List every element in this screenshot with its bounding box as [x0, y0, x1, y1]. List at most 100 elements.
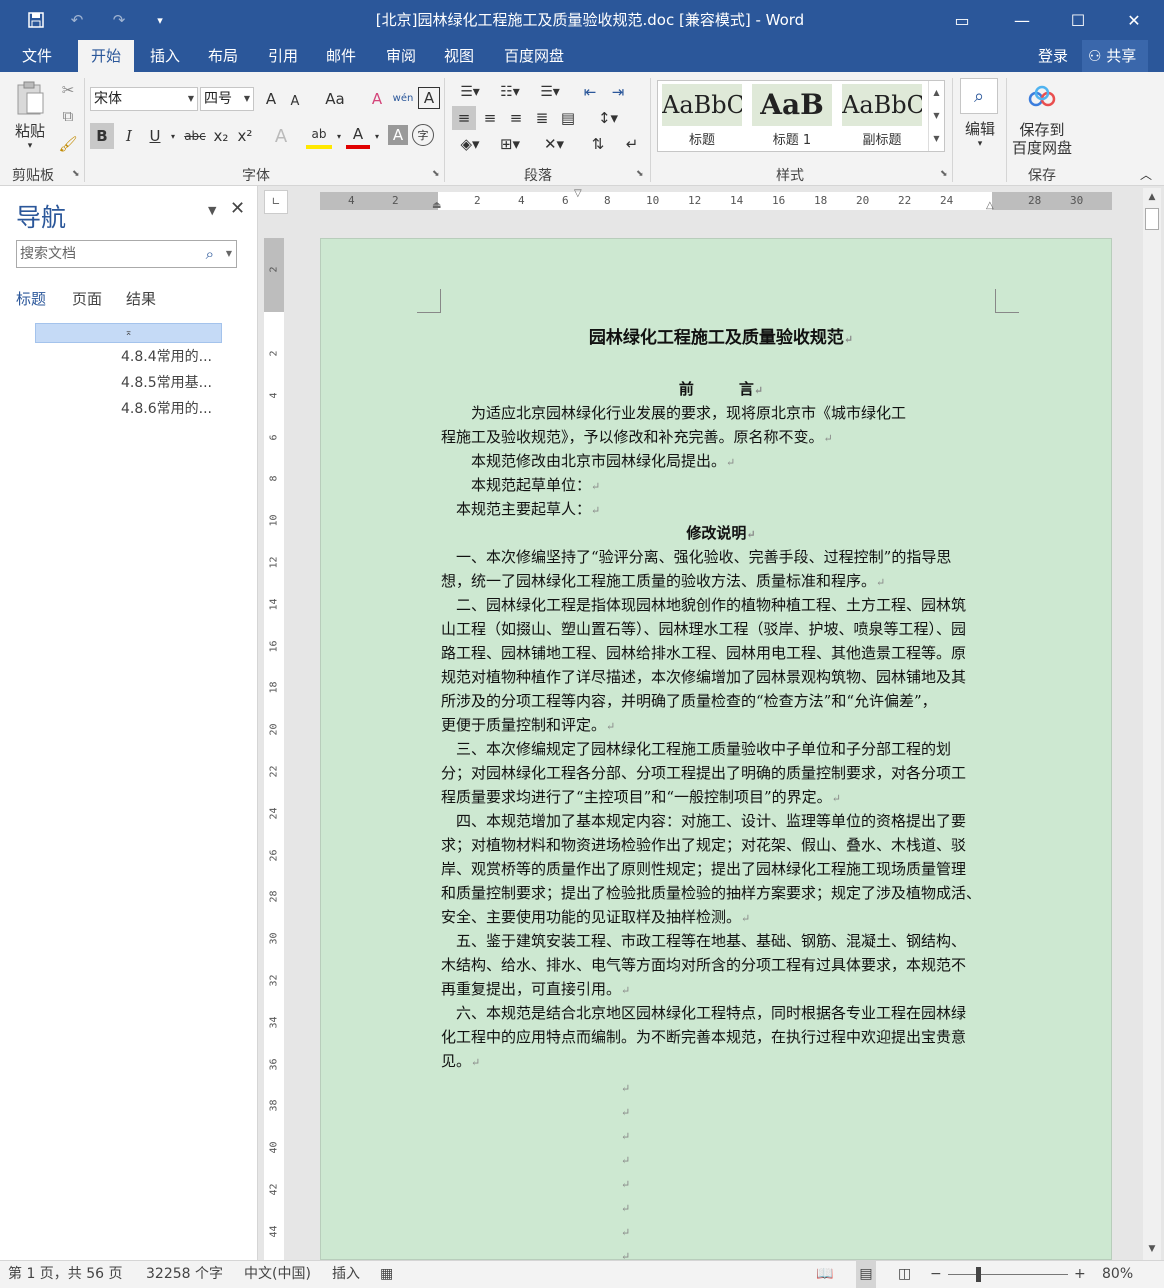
document-line[interactable]: 四、本规范增加了基本规定内容：对施工、设计、监理等单位的资格提出了要 [441, 809, 1001, 833]
enclose-characters-icon[interactable]: 字 [412, 124, 434, 146]
grow-font-icon[interactable]: A [260, 87, 282, 111]
zoom-out-icon[interactable]: − [930, 1261, 942, 1288]
text-effects-icon[interactable]: A [270, 123, 292, 149]
justify-icon[interactable]: ≣ [530, 106, 554, 130]
document-line[interactable]: 安全、主要使用功能的见证取样及抽样检测。↵ [441, 905, 1001, 931]
collapse-icon[interactable]: ⌅ [125, 328, 133, 338]
scroll-up-icon[interactable]: ▲ [1143, 188, 1161, 206]
document-line[interactable]: 本规范起草单位：↵ [441, 473, 1001, 499]
tab-home[interactable]: 开始 [78, 40, 134, 72]
zoom-slider-thumb[interactable] [976, 1267, 981, 1282]
indent-marker-icon[interactable]: ⏏ [432, 200, 441, 211]
editing-dropdown-icon[interactable]: ▾ [970, 138, 990, 150]
gallery-more-icon[interactable]: ▼ [929, 127, 944, 150]
insert-mode[interactable]: 插入 [332, 1261, 360, 1288]
preface-heading[interactable]: 前 言↵ [441, 377, 1001, 403]
character-border-icon[interactable]: A [418, 87, 440, 109]
page-count[interactable]: 第 1 页，共 56 页 [8, 1261, 123, 1288]
cut-icon[interactable]: ✂ [58, 80, 78, 100]
bullets-icon[interactable]: ☰▾ [452, 80, 488, 104]
collapse-ribbon-icon[interactable]: ︿ [1136, 164, 1156, 184]
bold-button[interactable]: B [90, 123, 114, 149]
ribbon-display-options-icon[interactable]: ▭ [934, 0, 990, 40]
style-heading[interactable]: AaBbC 标题 [662, 84, 742, 150]
align-right-icon[interactable]: ≡ [504, 106, 528, 130]
nav-tab-headings[interactable]: 标题 [16, 288, 46, 309]
tab-selector[interactable]: ∟ [264, 190, 288, 214]
document-line[interactable]: 一、本次修编坚持了“验评分离、强化验收、完善手段、过程控制”的指导思 [441, 545, 1001, 569]
document-line[interactable]: 见。↵ [441, 1049, 1001, 1075]
document-line[interactable]: 程质量要求均进行了“主控项目”和“一般控制项目”的界定。↵ [441, 785, 1001, 811]
clear-formatting-icon[interactable]: A [366, 87, 388, 111]
editing-button[interactable]: 编辑 [958, 118, 1002, 138]
document-line[interactable]: 二、园林绿化工程是指体现园林地貌创作的植物种植工程、土方工程、园林筑 [441, 593, 1001, 617]
minimize-button[interactable]: — [994, 0, 1050, 40]
style-subtitle[interactable]: AaBbC 副标题 [842, 84, 922, 150]
nav-selected-heading[interactable]: ⌅ [35, 323, 222, 343]
align-left-icon[interactable]: ≡ [452, 106, 476, 130]
phonetic-guide-icon[interactable]: wén [390, 85, 416, 111]
document-line[interactable]: 本规范主要起草人：↵ [441, 497, 1001, 523]
paragraph-launcher-icon[interactable]: ⬊ [636, 169, 644, 179]
underline-button[interactable]: U [144, 123, 166, 149]
redo-icon[interactable]: ↷ [104, 0, 134, 40]
gallery-scroll[interactable]: ▲ ▼ ▼ [928, 81, 944, 151]
save-icon[interactable] [24, 0, 48, 40]
document-title[interactable]: 园林绿化工程施工及质量验收规范↵ [441, 323, 1001, 348]
superscript-button[interactable]: x² [234, 123, 256, 149]
read-mode-icon[interactable]: 📖 [816, 1261, 833, 1288]
scroll-thumb[interactable] [1145, 208, 1159, 230]
change-case-icon[interactable]: Aa [318, 87, 352, 111]
tab-baidu-netdisk[interactable]: 百度网盘 [492, 40, 576, 72]
document-line[interactable]: 化工程中的应用特点而编制。为不断完善本规范，在执行过程中欢迎提出宝贵意 [441, 1025, 1001, 1049]
nav-heading-item[interactable]: 4.8.5常用基... [121, 372, 231, 392]
tab-mailings[interactable]: 邮件 [314, 40, 368, 72]
font-size-combo[interactable]: 四号 ▼ [200, 87, 254, 111]
tab-view[interactable]: 视图 [432, 40, 486, 72]
chevron-down-icon[interactable]: ▼ [929, 104, 944, 127]
document-page[interactable]: 园林绿化工程施工及质量验收规范↵ 前 言↵ 为适应北京园林绿化行业发展的要求，现… [320, 238, 1112, 1260]
macro-icon[interactable]: ▦ [380, 1261, 393, 1288]
font-color-icon[interactable]: A [346, 123, 370, 149]
copy-icon[interactable]: ⧉ [58, 106, 78, 126]
document-line[interactable]: 求；对植物材料和物资进场检验作出了规定；对花架、假山、叠水、木栈道、驳 [441, 833, 1001, 857]
word-count[interactable]: 32258 个字 [146, 1261, 223, 1288]
document-line[interactable]: 五、鉴于建筑安装工程、市政工程等在地基、基础、钢筋、混凝土、钢结构、 [441, 929, 1001, 953]
zoom-level[interactable]: 80% [1102, 1261, 1133, 1288]
document-line[interactable]: 三、本次修编规定了园林绿化工程施工质量验收中子单位和子分部工程的划 [441, 737, 1001, 761]
chinese-layout-icon[interactable]: ✕▾ [536, 132, 572, 156]
tab-review[interactable]: 审阅 [374, 40, 428, 72]
share-button[interactable]: ⚇ 共享 [1082, 40, 1148, 72]
baidu-netdisk-icon[interactable] [1024, 82, 1060, 112]
vertical-ruler[interactable]: 2 2 4 6 8 10 12 14 16 18 20 22 24 26 28 30 32 34 36 38 40 42 4… [264, 238, 284, 1260]
font-color-dropdown-icon[interactable]: ▾ [372, 123, 382, 149]
tab-references[interactable]: 引用 [256, 40, 310, 72]
save-to-baidu-line1[interactable]: 保存到 [1010, 120, 1074, 139]
nav-search-input[interactable]: 搜索文档 ⌕ ▼ [16, 240, 237, 268]
document-line[interactable]: 路工程、园林铺地工程、园林给排水工程、园林用电工程、其他造景工程等。原 [441, 641, 1001, 665]
maximize-button[interactable]: ☐ [1050, 0, 1106, 40]
zoom-in-icon[interactable]: + [1074, 1261, 1086, 1288]
underline-dropdown-icon[interactable]: ▾ [168, 123, 178, 149]
paste-dropdown-icon[interactable]: ▾ [20, 140, 40, 152]
document-line[interactable]: 分；对园林绿化工程各分部、分项工程提出了明确的质量控制要求，对各分项工 [441, 761, 1001, 785]
document-line[interactable]: 本规范修改由北京市园林绿化局提出。↵ [441, 449, 1001, 475]
nav-heading-item[interactable]: 4.8.6常用的... [121, 398, 231, 418]
nav-options-icon[interactable]: ▼ [208, 204, 216, 217]
distributed-icon[interactable]: ▤ [556, 106, 580, 130]
nav-tab-pages[interactable]: 页面 [72, 288, 102, 309]
document-line[interactable]: 更便于质量控制和评定。↵ [441, 713, 1001, 739]
shading-icon[interactable]: ◈▾ [452, 132, 488, 156]
italic-button[interactable]: I [118, 123, 140, 149]
tab-layout[interactable]: 布局 [196, 40, 250, 72]
decrease-indent-icon[interactable]: ⇤ [578, 80, 602, 104]
signin-link[interactable]: 登录 [1038, 40, 1068, 72]
right-indent-icon[interactable]: △ [986, 200, 994, 211]
document-line[interactable]: 和质量控制要求；提出了检验批质量检验的抽样方案要求；规定了涉及植物成活、 [441, 881, 1001, 905]
font-name-combo[interactable]: 宋体 ▼ [90, 87, 198, 111]
document-line[interactable]: 想，统一了园林绿化工程施工质量的验收方法、质量标准和程序。↵ [441, 569, 1001, 595]
borders-icon[interactable]: ⊞▾ [492, 132, 528, 156]
nav-close-icon[interactable]: ✕ [230, 198, 245, 219]
undo-icon[interactable]: ↶ [62, 0, 92, 40]
numbering-icon[interactable]: ☷▾ [492, 80, 528, 104]
